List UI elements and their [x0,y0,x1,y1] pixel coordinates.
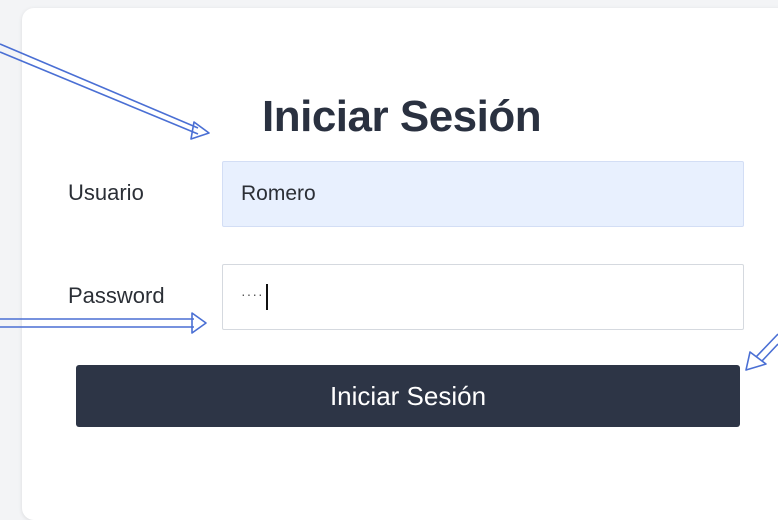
username-input[interactable]: Romero [222,161,744,227]
text-caret [265,284,268,310]
username-label: Usuario [68,180,144,205]
login-title: Iniciar Sesión [262,92,542,141]
password-input[interactable]: ···· [222,264,744,330]
username-value: Romero [241,182,316,205]
password-label: Password [68,283,165,308]
login-submit-button[interactable]: Iniciar Sesión [76,365,740,427]
password-masked-value: ···· [241,286,264,302]
